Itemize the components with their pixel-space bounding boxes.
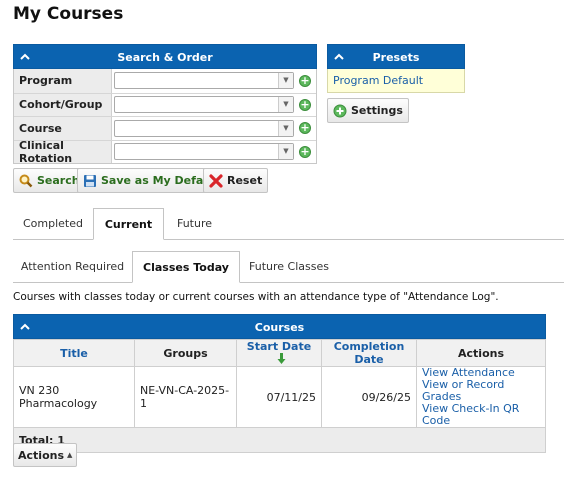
filter-label-cohort: Cohort/Group (14, 93, 112, 116)
course-select[interactable]: ▼ (114, 119, 294, 137)
filter-label-clinical-rotation: Clinical Rotation (14, 139, 112, 165)
presets-panel: Presets Program Default (327, 44, 465, 93)
add-clinical-rotation-icon[interactable]: + (299, 145, 311, 158)
red-x-icon (209, 173, 223, 188)
preset-program-default[interactable]: Program Default (327, 69, 465, 93)
tab-future-classes[interactable]: Future Classes (240, 251, 338, 283)
filter-label-course: Course (14, 117, 112, 140)
caret-up-icon: ▲ (67, 451, 73, 459)
dropdown-arrow-icon[interactable]: ▼ (278, 120, 293, 136)
tab-classes-today[interactable]: Classes Today (132, 251, 240, 283)
magnifier-icon (19, 174, 33, 187)
course-actions-cell: View Attendance View or Record Grades Vi… (416, 366, 546, 428)
cohort-select[interactable]: ▼ (114, 96, 294, 114)
filter-row-course: Course ▼ + (14, 116, 316, 140)
course-groups-cell: NE-VN-CA-2025-1 (134, 366, 237, 428)
chevron-up-icon[interactable] (20, 323, 30, 331)
tab-attention-required[interactable]: Attention Required (13, 251, 132, 283)
presets-title: Presets (372, 51, 420, 64)
view-checkin-qr-link[interactable]: View Check-In QR Code (422, 403, 540, 427)
sort-down-arrow-icon[interactable] (277, 353, 286, 364)
search-button[interactable]: Search (13, 168, 86, 193)
chevron-up-icon[interactable] (334, 53, 344, 61)
courses-panel: Courses Title Groups Start Date Completi… (13, 314, 546, 453)
total-row: Total: 1 (13, 427, 546, 453)
add-course-icon[interactable]: + (299, 122, 311, 135)
courses-description: Courses with classes today or current co… (13, 291, 499, 303)
actions-button[interactable]: Actions ▲ (13, 443, 78, 467)
floppy-disk-icon (84, 174, 96, 187)
tab-current[interactable]: Current (93, 208, 164, 240)
search-order-header[interactable]: Search & Order (13, 44, 317, 69)
presets-header[interactable]: Presets (327, 44, 465, 69)
filter-row-cohort: Cohort/Group ▼ + (14, 92, 316, 116)
view-record-grades-link[interactable]: View or Record Grades (422, 379, 540, 403)
settings-button[interactable]: Settings (327, 98, 409, 123)
secondary-tabs: Attention Required Classes Today Future … (13, 251, 564, 283)
courses-table: Title Groups Start Date Completion Date … (13, 339, 546, 453)
program-select[interactable]: ▼ (114, 72, 294, 90)
course-title-cell: VN 230 Pharmacology (13, 366, 135, 428)
add-program-icon[interactable]: + (299, 74, 311, 87)
dropdown-arrow-icon[interactable]: ▼ (278, 144, 293, 160)
column-actions: Actions (416, 339, 546, 367)
table-row: VN 230 Pharmacology NE-VN-CA-2025-1 07/1… (13, 366, 546, 428)
dropdown-arrow-icon[interactable]: ▼ (278, 97, 293, 113)
dropdown-arrow-icon[interactable]: ▼ (278, 73, 293, 89)
chevron-up-icon[interactable] (20, 53, 30, 61)
filter-table: Program ▼ + Cohort/Group ▼ + Course ▼ + … (13, 69, 317, 165)
filter-row-program: Program ▼ + (14, 69, 316, 93)
total-count: Total: 1 (13, 427, 546, 453)
clinical-rotation-select[interactable]: ▼ (114, 143, 294, 161)
course-start-date-cell: 07/11/25 (236, 366, 322, 428)
filter-label-program: Program (14, 69, 112, 93)
page-title: My Courses (13, 4, 124, 24)
plus-circle-icon (333, 104, 347, 117)
table-header-row: Title Groups Start Date Completion Date … (13, 339, 546, 367)
course-completion-date-cell: 09/26/25 (321, 366, 417, 428)
filter-row-clinical-rotation: Clinical Rotation ▼ + (14, 139, 316, 165)
tab-completed[interactable]: Completed (13, 208, 93, 240)
column-start-date[interactable]: Start Date (236, 339, 322, 367)
search-order-title: Search & Order (117, 51, 213, 64)
search-order-panel: Search & Order Program ▼ + Cohort/Group … (13, 44, 317, 165)
courses-header[interactable]: Courses (13, 314, 546, 339)
column-title[interactable]: Title (13, 339, 135, 367)
reset-button[interactable]: Reset (203, 168, 269, 193)
tab-future[interactable]: Future (164, 208, 225, 240)
column-groups: Groups (134, 339, 237, 367)
primary-tabs: Completed Current Future (13, 208, 564, 240)
add-cohort-icon[interactable]: + (299, 98, 311, 111)
courses-title: Courses (254, 321, 305, 334)
column-completion-date[interactable]: Completion Date (321, 339, 417, 367)
